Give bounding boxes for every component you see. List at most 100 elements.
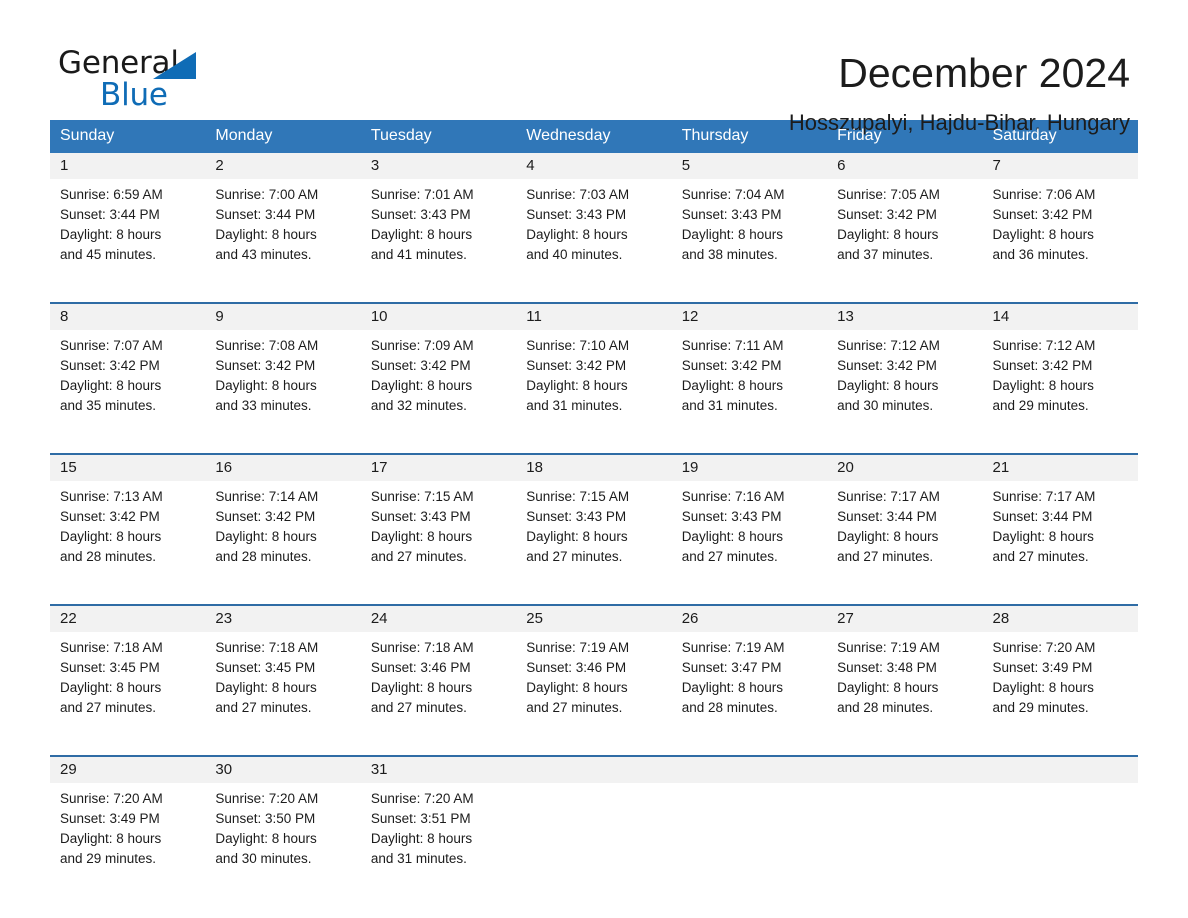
- calendar-day-cell[interactable]: 20 Sunrise: 7:17 AM Sunset: 3:44 PM Dayligh…: [827, 455, 983, 589]
- sunset-text: Sunset: 3:42 PM: [60, 509, 160, 524]
- day-number: 24: [360, 606, 517, 632]
- sunrise-text: Sunrise: 7:04 AM: [681, 187, 785, 202]
- calendar-day-cell[interactable]: 14 Sunrise: 7:12 AM Sunset: 3:42 PM Dayligh…: [982, 304, 1138, 438]
- sunrise-text: Sunrise: 7:15 AM: [526, 489, 630, 504]
- calendar-day-cell[interactable]: 28 Sunrise: 7:20 AM Sunset: 3:49 PM Dayligh…: [982, 606, 1138, 740]
- sunrise-text: Sunrise: 7:18 AM: [215, 640, 319, 655]
- calendar-day-cell[interactable]: 10 Sunrise: 7:09 AM Sunset: 3:42 PM Dayligh…: [360, 304, 517, 438]
- calendar-day-cell[interactable]: 30 Sunrise: 7:20 AM Sunset: 3:50 PM Dayligh…: [205, 757, 361, 891]
- sunrise-text: Sunrise: 7:11 AM: [681, 338, 784, 353]
- calendar-day-cell[interactable]: 13 Sunrise: 7:12 AM Sunset: 3:42 PM Dayligh…: [827, 304, 983, 438]
- calendar-day-cell[interactable]: 2 Sunrise: 7:00 AM Sunset: 3:44 PM Daylight…: [205, 153, 361, 287]
- day-number: 5: [671, 153, 828, 179]
- calendar-day-cell[interactable]: 31 Sunrise: 7:20 AM Sunset: 3:51 PM Dayligh…: [360, 757, 517, 891]
- sunrise-text: Sunrise: 7:12 AM: [992, 338, 1096, 353]
- calendar-day-cell[interactable]: 15 Sunrise: 7:13 AM Sunset: 3:42 PM Dayligh…: [50, 455, 206, 589]
- calendar-day-cell[interactable]: 5 Sunrise: 7:04 AM Sunset: 3:43 PM Daylight…: [671, 153, 828, 287]
- day-number: 2: [205, 153, 361, 179]
- sunset-text: Sunset: 3:42 PM: [526, 358, 627, 373]
- calendar-day-cell[interactable]: 18 Sunrise: 7:15 AM Sunset: 3:43 PM Dayligh…: [516, 455, 672, 589]
- calendar-day-cell[interactable]: 19 Sunrise: 7:16 AM Sunset: 3:43 PM Dayligh…: [671, 455, 828, 589]
- calendar-day-cell[interactable]: 1 Sunrise: 6:59 AM Sunset: 3:44 PM Daylight…: [50, 153, 206, 287]
- day-number: 16: [205, 455, 361, 481]
- daylight-text-line2: and 27 minutes.: [526, 700, 623, 715]
- daylight-text-line2: and 28 minutes.: [681, 700, 778, 715]
- calendar-body: 1 Sunrise: 6:59 AM Sunset: 3:44 PM Daylight…: [50, 153, 1138, 891]
- calendar-day-cell[interactable]: 6 Sunrise: 7:05 AM Sunset: 3:42 PM Daylight…: [827, 153, 983, 287]
- day-number: 17: [360, 455, 517, 481]
- day-number: [982, 757, 1138, 783]
- weekday-header-sunday: Sunday: [50, 120, 206, 153]
- week-separator: [50, 287, 1138, 304]
- daylight-text-line2: and 29 minutes.: [992, 700, 1089, 715]
- calendar-day-cell[interactable]: 7 Sunrise: 7:06 AM Sunset: 3:42 PM Daylight…: [982, 153, 1138, 287]
- calendar-day-cell[interactable]: 16 Sunrise: 7:14 AM Sunset: 3:42 PM Dayligh…: [205, 455, 361, 589]
- sunset-text: Sunset: 3:50 PM: [215, 811, 316, 826]
- calendar-day-cell[interactable]: 29 Sunrise: 7:20 AM Sunset: 3:49 PM Dayligh…: [50, 757, 206, 891]
- week-separator-line: [50, 740, 1138, 757]
- sunrise-text: Sunrise: 7:01 AM: [370, 187, 474, 202]
- daylight-text-line2: and 28 minutes.: [60, 549, 157, 564]
- day-number: 3: [360, 153, 517, 179]
- calendar-day-cell-empty: [827, 757, 983, 891]
- daylight-text-line1: Daylight: 8 hours: [370, 680, 473, 695]
- daylight-text-line1: Daylight: 8 hours: [837, 529, 939, 544]
- calendar-day-cell[interactable]: 12 Sunrise: 7:11 AM Sunset: 3:42 PM Dayligh…: [671, 304, 828, 438]
- daylight-text-line2: and 29 minutes.: [992, 398, 1089, 413]
- calendar-day-cell[interactable]: 21 Sunrise: 7:17 AM Sunset: 3:44 PM Dayligh…: [982, 455, 1138, 589]
- daylight-text-line2: and 27 minutes.: [60, 700, 157, 715]
- calendar-day-cell[interactable]: 27 Sunrise: 7:19 AM Sunset: 3:48 PM Dayligh…: [827, 606, 983, 740]
- sunset-text: Sunset: 3:42 PM: [370, 358, 471, 373]
- sunrise-text: Sunrise: 7:05 AM: [837, 187, 940, 202]
- daylight-text-line1: Daylight: 8 hours: [992, 680, 1094, 695]
- sunset-text: Sunset: 3:43 PM: [681, 207, 782, 222]
- sunrise-sunset-calendar: Sunday Monday Tuesday Wednesday Thursday…: [50, 120, 1138, 891]
- day-number: 6: [827, 153, 983, 179]
- daylight-text-line1: Daylight: 8 hours: [992, 378, 1094, 393]
- daylight-text-line1: Daylight: 8 hours: [60, 529, 162, 544]
- sunset-text: Sunset: 3:43 PM: [370, 509, 471, 524]
- day-number: 14: [982, 304, 1138, 330]
- sunset-text: Sunset: 3:46 PM: [526, 660, 627, 675]
- day-number: 1: [50, 153, 206, 179]
- sunset-text: Sunset: 3:42 PM: [215, 358, 316, 373]
- daylight-text-line1: Daylight: 8 hours: [60, 378, 162, 393]
- sunrise-text: Sunrise: 7:13 AM: [60, 489, 163, 504]
- page-header: General Blue December 2024 Hosszupalyi, …: [0, 0, 1188, 135]
- daylight-text-line1: Daylight: 8 hours: [681, 529, 783, 544]
- calendar-day-cell[interactable]: 17 Sunrise: 7:15 AM Sunset: 3:43 PM Dayligh…: [360, 455, 517, 589]
- sunset-text: Sunset: 3:51 PM: [370, 811, 471, 826]
- day-number: 22: [50, 606, 206, 632]
- calendar-day-cell[interactable]: 3 Sunrise: 7:01 AM Sunset: 3:43 PM Daylight…: [360, 153, 517, 287]
- calendar-day-cell[interactable]: 22 Sunrise: 7:18 AM Sunset: 3:45 PM Dayligh…: [50, 606, 206, 740]
- general-blue-logo[interactable]: General Blue: [58, 46, 228, 120]
- calendar-day-cell[interactable]: 25 Sunrise: 7:19 AM Sunset: 3:46 PM Dayligh…: [516, 606, 672, 740]
- calendar-day-cell[interactable]: 8 Sunrise: 7:07 AM Sunset: 3:42 PM Daylight…: [50, 304, 206, 438]
- daylight-text-line2: and 28 minutes.: [837, 700, 934, 715]
- sunset-text: Sunset: 3:42 PM: [60, 358, 160, 373]
- calendar-day-cell[interactable]: 24 Sunrise: 7:18 AM Sunset: 3:46 PM Dayligh…: [360, 606, 517, 740]
- week-separator-line: [50, 589, 1138, 606]
- daylight-text-line1: Daylight: 8 hours: [60, 831, 162, 846]
- sunset-text: Sunset: 3:43 PM: [526, 509, 627, 524]
- week-separator-line: [50, 287, 1138, 304]
- calendar-day-cell[interactable]: 26 Sunrise: 7:19 AM Sunset: 3:47 PM Dayligh…: [671, 606, 828, 740]
- daylight-text-line1: Daylight: 8 hours: [681, 378, 783, 393]
- daylight-text-line1: Daylight: 8 hours: [992, 529, 1094, 544]
- calendar-day-cell[interactable]: 23 Sunrise: 7:18 AM Sunset: 3:45 PM Dayligh…: [205, 606, 361, 740]
- sunrise-text: Sunrise: 7:07 AM: [60, 338, 163, 353]
- day-number: [671, 757, 828, 783]
- day-number: 28: [982, 606, 1138, 632]
- calendar-day-cell[interactable]: 9 Sunrise: 7:08 AM Sunset: 3:42 PM Daylight…: [205, 304, 361, 438]
- sunset-text: Sunset: 3:43 PM: [681, 509, 782, 524]
- day-number: 25: [516, 606, 672, 632]
- daylight-text-line1: Daylight: 8 hours: [681, 680, 783, 695]
- calendar-day-cell-empty: [671, 757, 828, 891]
- calendar-day-cell[interactable]: 11 Sunrise: 7:10 AM Sunset: 3:42 PM Dayligh…: [516, 304, 672, 438]
- day-number: 23: [205, 606, 361, 632]
- daylight-text-line2: and 35 minutes.: [60, 398, 157, 413]
- calendar-day-cell[interactable]: 4 Sunrise: 7:03 AM Sunset: 3:43 PM Daylight…: [516, 153, 672, 287]
- sunset-text: Sunset: 3:45 PM: [215, 660, 316, 675]
- day-number: 11: [516, 304, 672, 330]
- day-number: 18: [516, 455, 672, 481]
